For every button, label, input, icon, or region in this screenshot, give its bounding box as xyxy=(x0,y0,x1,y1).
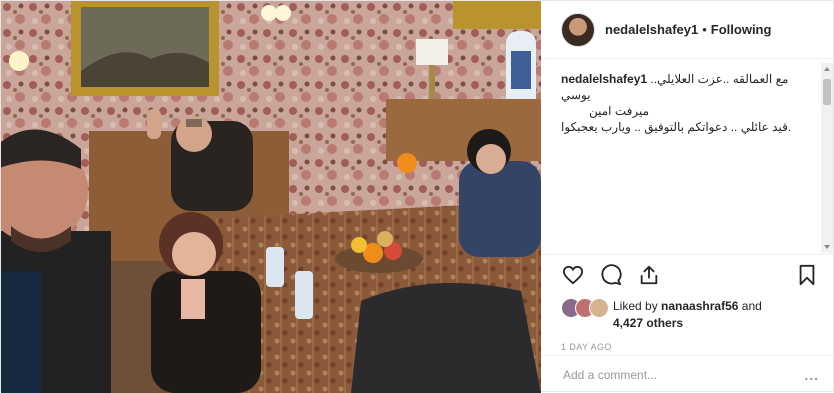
username-link[interactable]: nedalelshafey1 xyxy=(605,22,698,37)
liked-by-and: and xyxy=(741,299,762,313)
likes-row: Liked by nanaashraf56 and 4,427 others xyxy=(541,294,833,334)
caption-scrollbar[interactable] xyxy=(821,63,833,253)
share-icon[interactable] xyxy=(637,263,661,287)
avatar[interactable] xyxy=(561,12,595,47)
caption-line-3: .قيد عائلي .. دعواتكم بالتوفيق .. ويارب … xyxy=(561,120,792,134)
comment-bar: ... xyxy=(541,355,833,393)
bookmark-icon[interactable] xyxy=(795,263,819,287)
others-count-link[interactable]: 4,427 others xyxy=(613,316,683,330)
heart-icon[interactable] xyxy=(561,263,585,287)
action-bar xyxy=(541,254,833,294)
caption: nedalelshafey1 مع العمالقه ..عزت العلايل… xyxy=(561,71,815,135)
instagram-post: nedalelshafey1 • Following nedalelshafey… xyxy=(0,0,834,393)
following-button[interactable]: Following xyxy=(711,22,772,37)
caption-line-2: ميرفت امين xyxy=(589,104,650,118)
scroll-down-arrow-icon[interactable] xyxy=(824,245,830,249)
post-photo[interactable] xyxy=(1,1,541,393)
comment-bubble-icon[interactable] xyxy=(599,263,623,287)
caption-username[interactable]: nedalelshafey1 xyxy=(561,72,647,86)
photo-scene xyxy=(1,1,541,393)
scroll-up-arrow-icon[interactable] xyxy=(824,67,830,71)
scroll-thumb[interactable] xyxy=(823,79,831,105)
liker-avatars[interactable] xyxy=(561,298,609,318)
separator-dot: • xyxy=(702,22,707,37)
comment-input[interactable] xyxy=(561,366,805,383)
liked-by-text: Liked by nanaashraf56 and 4,427 others xyxy=(613,298,762,332)
liked-by-prefix: Liked by xyxy=(613,299,658,313)
liker-avatar xyxy=(589,298,609,318)
caption-area: nedalelshafey1 مع العمالقه ..عزت العلايل… xyxy=(541,59,833,254)
more-options-icon[interactable]: ... xyxy=(804,367,819,383)
liked-by-user-link[interactable]: nanaashraf56 xyxy=(661,299,738,313)
post-header: nedalelshafey1 • Following xyxy=(541,1,833,59)
post-sidebar: nedalelshafey1 • Following nedalelshafey… xyxy=(541,1,833,393)
